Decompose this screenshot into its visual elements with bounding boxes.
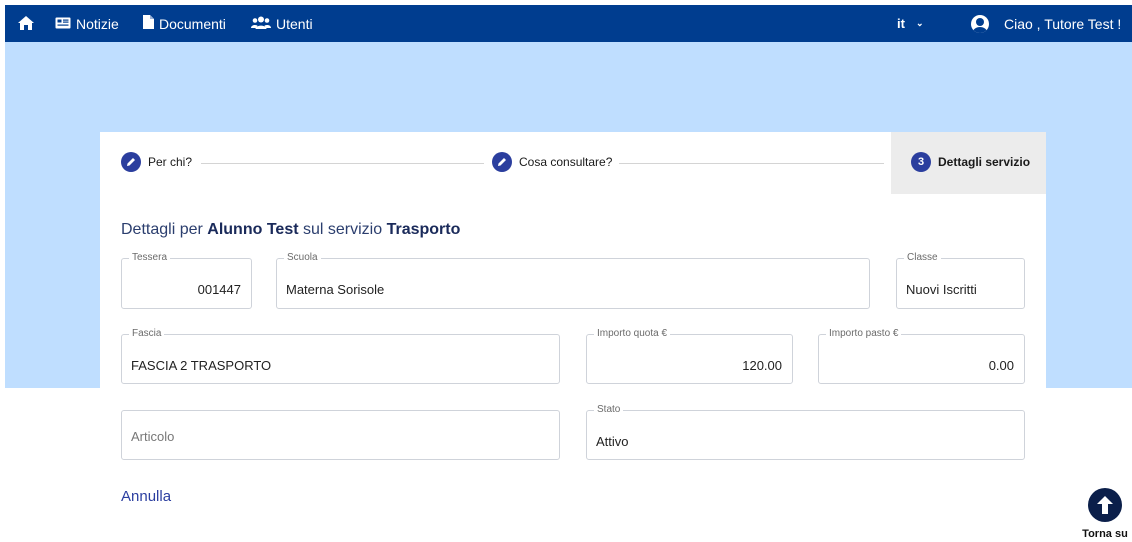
step-label: Dettagli servizio xyxy=(938,155,1031,169)
user-greeting: Ciao , Tutore Test ! xyxy=(1004,15,1122,32)
tessera-value: 001447 xyxy=(197,282,241,297)
step-cosa-consultare[interactable]: Cosa consultare? xyxy=(492,152,612,172)
stato-field[interactable]: Stato Attivo xyxy=(586,404,1025,460)
tessera-label: Tessera xyxy=(129,252,171,263)
nav-documenti-label: Documenti xyxy=(159,15,226,32)
stepper: Per chi? Cosa consultare? 3 Dettagli ser… xyxy=(100,132,1046,194)
scuola-field[interactable]: Scuola Materna Sorisole xyxy=(276,252,870,309)
tessera-field[interactable]: Tessera 001447 xyxy=(121,252,252,309)
arrow-up-icon xyxy=(1088,488,1122,522)
importo-pasto-field[interactable]: Importo pasto € 0.00 xyxy=(818,328,1025,384)
nav-utenti[interactable]: Utenti xyxy=(251,16,313,32)
fascia-field[interactable]: Fascia FASCIA 2 TRASPORTO xyxy=(121,328,560,384)
classe-label: Classe xyxy=(904,252,941,263)
language-label: it xyxy=(897,16,905,31)
step-dettagli-servizio: 3 Dettagli servizio xyxy=(911,152,1030,172)
document-icon xyxy=(143,15,154,32)
nav-documenti[interactable]: Documenti xyxy=(143,15,226,32)
step-number: 3 xyxy=(911,152,931,172)
pencil-icon xyxy=(121,152,141,172)
step-per-chi[interactable]: Per chi? xyxy=(121,152,192,172)
importo-pasto-value: 0.00 xyxy=(988,358,1014,373)
scuola-label: Scuola xyxy=(284,252,321,263)
importo-quota-label: Importo quota € xyxy=(594,328,671,339)
users-icon xyxy=(251,16,271,32)
step-connector xyxy=(619,163,884,164)
scuola-value: Materna Sorisole xyxy=(286,282,385,297)
importo-quota-field[interactable]: Importo quota € 120.00 xyxy=(586,328,793,384)
user-avatar-icon xyxy=(971,14,989,33)
servizio-text: sul servizio xyxy=(303,221,383,238)
newspaper-icon xyxy=(55,16,71,32)
chevron-down-icon: ⌄ xyxy=(915,18,924,28)
articolo-placeholder: Articolo xyxy=(131,429,175,444)
language-selector[interactable]: it ⌄ xyxy=(897,16,924,31)
pencil-icon xyxy=(492,152,512,172)
stato-value: Attivo xyxy=(596,434,629,449)
nav-notizie-label: Notizie xyxy=(76,15,119,32)
title-prefix: Dettagli per xyxy=(121,221,203,238)
classe-field[interactable]: Classe Nuovi Iscritti xyxy=(896,252,1025,309)
step-connector xyxy=(201,163,484,164)
page-title: Dettagli per Alunno Test sul servizio Tr… xyxy=(121,221,460,239)
step-label: Per chi? xyxy=(148,155,193,169)
servizio-name: Trasporto xyxy=(386,221,461,238)
stato-label: Stato xyxy=(594,404,624,415)
alunno-name: Test xyxy=(266,221,299,238)
alunno-label: Alunno xyxy=(207,221,263,238)
importo-pasto-label: Importo pasto € xyxy=(826,328,902,339)
classe-value: Nuovi Iscritti xyxy=(906,282,977,297)
fascia-label: Fascia xyxy=(129,328,165,339)
nav-utenti-label: Utenti xyxy=(276,15,313,32)
home-icon[interactable] xyxy=(17,15,35,34)
annulla-button[interactable]: Annulla xyxy=(121,488,171,505)
user-menu[interactable]: Ciao , Tutore Test ! ▼ xyxy=(971,14,1132,33)
torna-su-button[interactable]: Torna su xyxy=(1078,488,1132,540)
service-details-card: Per chi? Cosa consultare? 3 Dettagli ser… xyxy=(100,132,1046,542)
fascia-value: FASCIA 2 TRASPORTO xyxy=(131,358,272,373)
articolo-field[interactable]: Articolo xyxy=(121,410,560,460)
step-label: Cosa consultare? xyxy=(519,155,613,169)
top-navbar: Notizie Documenti Utenti it ⌄ Ciao , Tut… xyxy=(5,5,1132,42)
torna-su-label: Torna su xyxy=(1082,528,1128,540)
importo-quota-value: 120.00 xyxy=(742,358,782,373)
nav-notizie[interactable]: Notizie xyxy=(55,16,119,32)
